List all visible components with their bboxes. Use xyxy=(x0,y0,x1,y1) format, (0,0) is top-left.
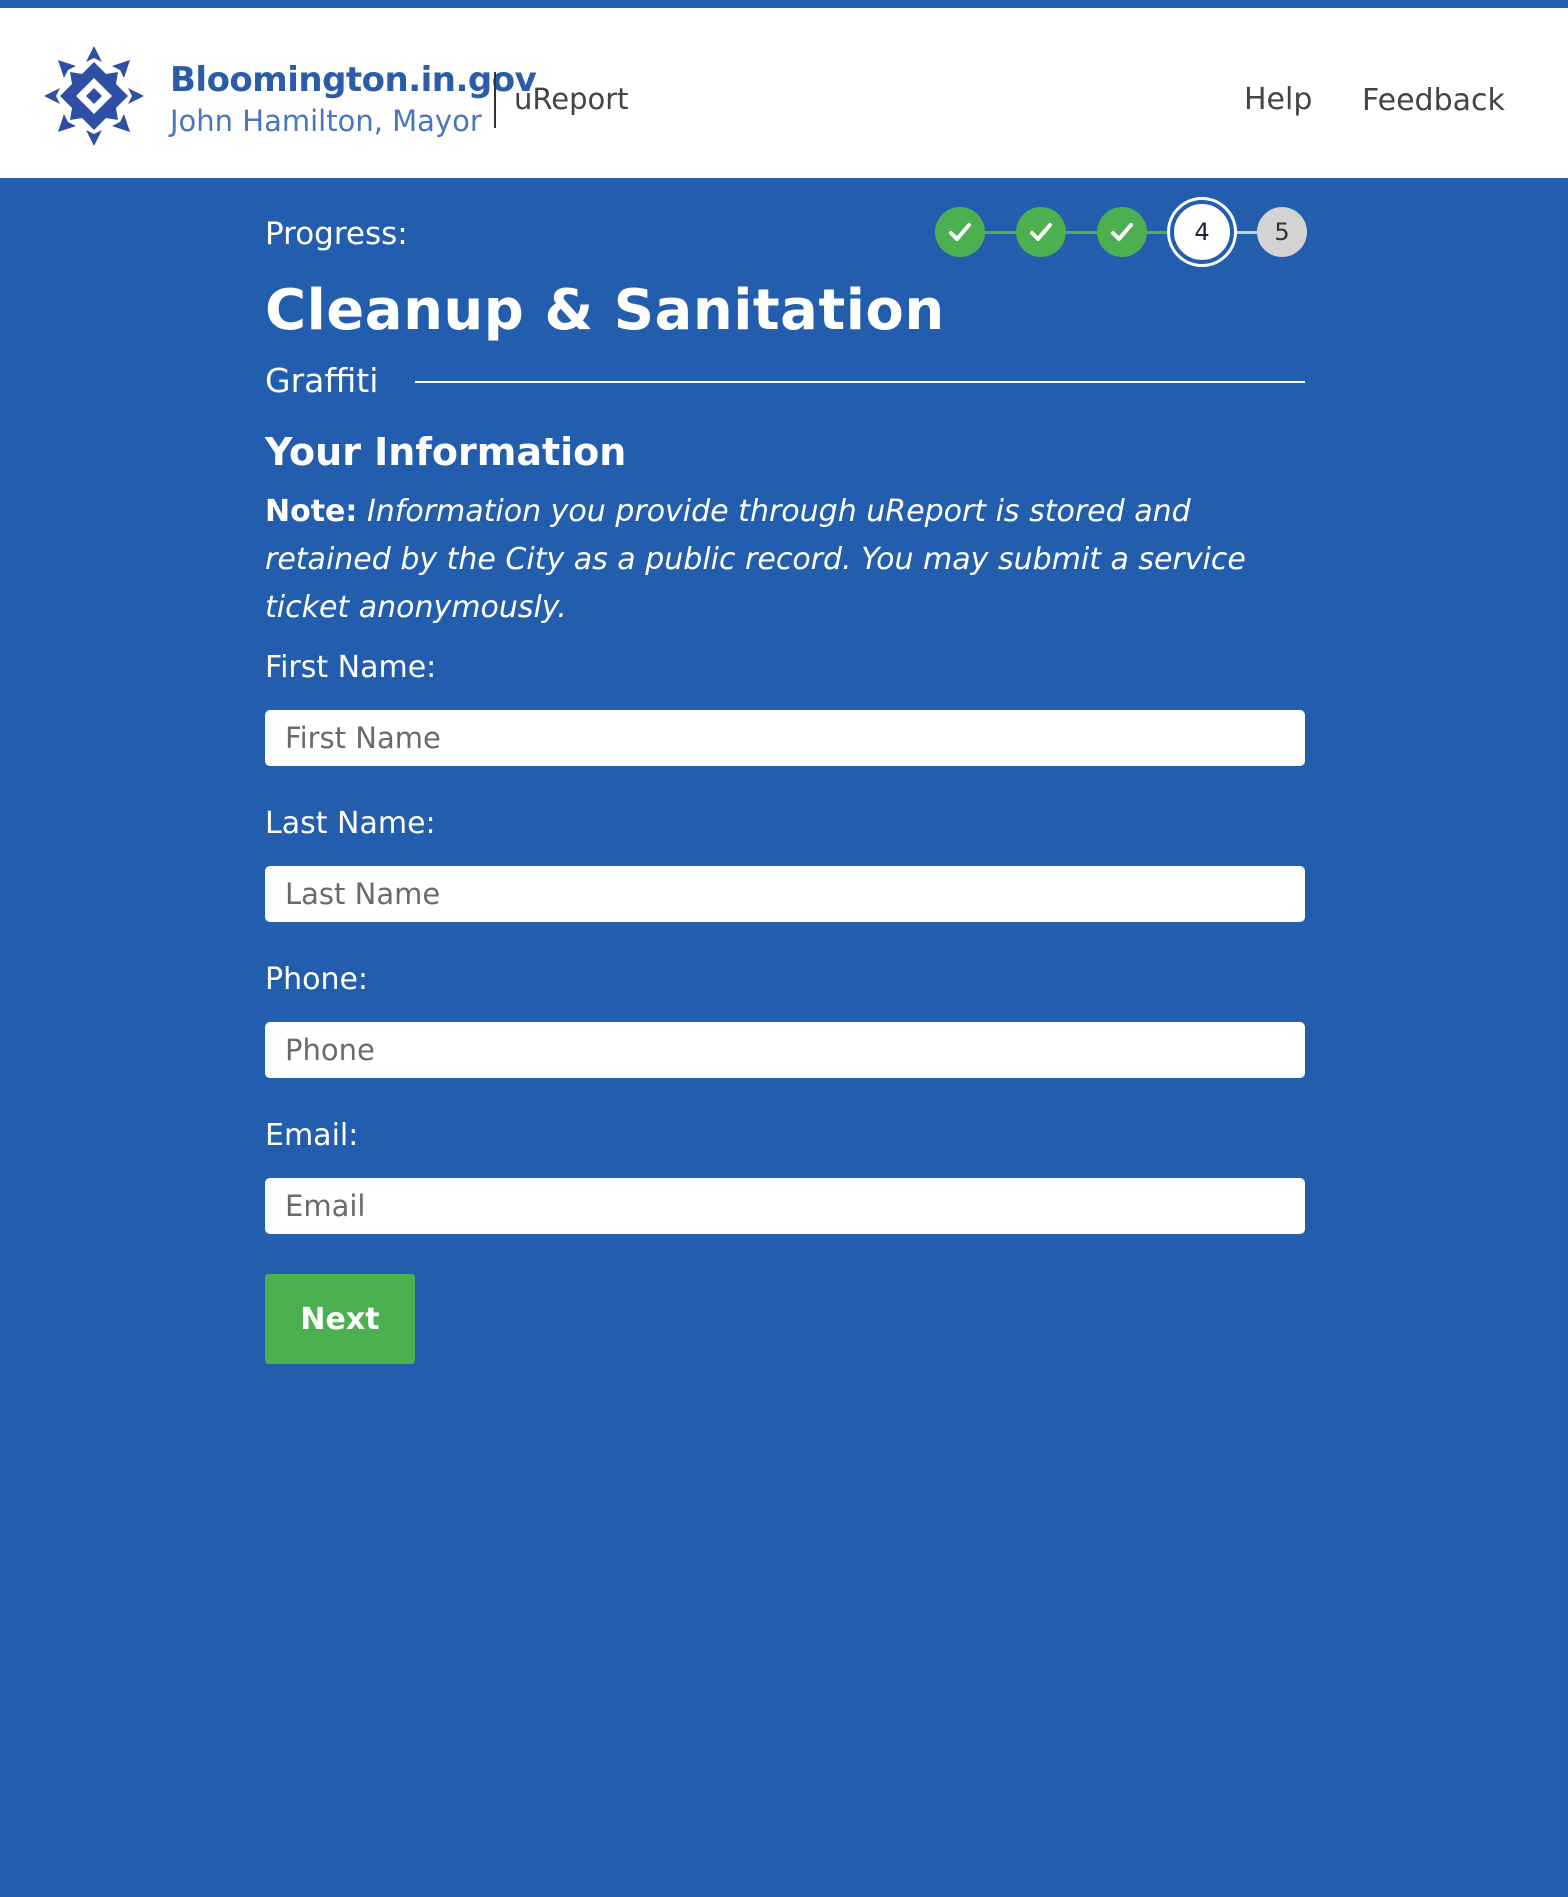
phone-label: Phone: xyxy=(265,962,369,997)
email-label: Email: xyxy=(265,1118,359,1153)
note-text: Information you provide through uReport … xyxy=(265,494,1246,625)
checkmark-icon xyxy=(949,223,971,241)
progress-stepper: 4 5 xyxy=(935,200,1307,264)
section-title: Your Information xyxy=(265,430,627,474)
subcategory-divider xyxy=(415,381,1305,383)
nav-help-link[interactable]: Help xyxy=(1244,82,1312,117)
step-4-current: 4 xyxy=(1170,200,1234,264)
step-1-complete xyxy=(935,207,985,257)
first-name-label: First Name: xyxy=(265,650,437,685)
nav-feedback-link[interactable]: Feedback xyxy=(1362,83,1505,118)
first-name-field[interactable] xyxy=(265,710,1305,766)
last-name-label: Last Name: xyxy=(265,806,436,841)
top-accent-stripe xyxy=(0,0,1568,8)
brand-name[interactable]: Bloomington.in.gov xyxy=(170,60,537,100)
category-title: Cleanup & Sanitation xyxy=(265,278,945,343)
checkmark-icon xyxy=(1111,223,1133,241)
note-label: Note: xyxy=(265,494,358,529)
subcategory-label: Graffiti xyxy=(265,361,379,400)
last-name-field[interactable] xyxy=(265,866,1305,922)
brand-subtitle: John Hamilton, Mayor xyxy=(170,104,482,138)
site-header: Bloomington.in.gov John Hamilton, Mayor … xyxy=(0,8,1568,178)
email-field[interactable] xyxy=(265,1178,1305,1234)
brand-divider xyxy=(494,72,496,128)
step-5-upcoming: 5 xyxy=(1257,207,1307,257)
next-button[interactable]: Next xyxy=(265,1274,415,1364)
city-logo-icon[interactable] xyxy=(36,38,152,154)
app-name[interactable]: uReport xyxy=(514,82,629,116)
progress-label: Progress: xyxy=(265,216,408,252)
privacy-note: Note: Information you provide through uR… xyxy=(265,488,1305,632)
phone-field[interactable] xyxy=(265,1022,1305,1078)
checkmark-icon xyxy=(1030,223,1052,241)
step-2-complete xyxy=(1016,207,1066,257)
step-3-complete xyxy=(1097,207,1147,257)
